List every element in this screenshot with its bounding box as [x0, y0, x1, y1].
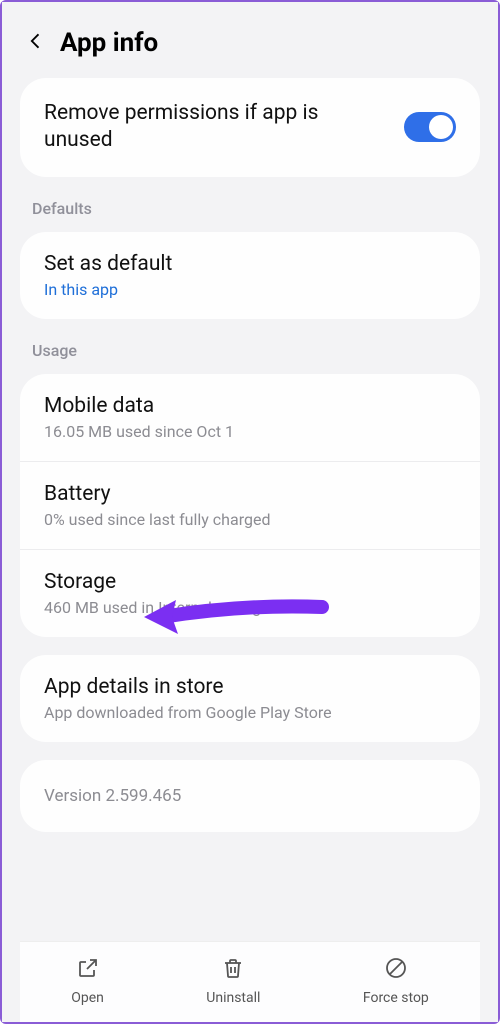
back-icon[interactable] — [26, 31, 46, 55]
open-label: Open — [71, 990, 104, 1006]
remove-permissions-row[interactable]: Remove permissions if app is unused — [20, 78, 480, 177]
trash-icon — [221, 956, 245, 984]
version-text: Version 2.599.465 — [44, 786, 456, 806]
app-details-title: App details in store — [44, 675, 456, 699]
uninstall-button[interactable]: Uninstall — [206, 956, 260, 1006]
storage-sub: 460 MB used in Internal storage — [44, 598, 456, 617]
permissions-card: Remove permissions if app is unused — [20, 78, 480, 177]
remove-permissions-label: Remove permissions if app is unused — [44, 100, 364, 155]
defaults-card: Set as default In this app — [20, 232, 480, 319]
set-as-default-row[interactable]: Set as default In this app — [20, 232, 480, 319]
set-as-default-title: Set as default — [44, 252, 456, 276]
defaults-section-label: Defaults — [20, 195, 480, 232]
toggle-knob — [429, 115, 453, 139]
force-stop-label: Force stop — [363, 990, 429, 1006]
remove-permissions-toggle[interactable] — [404, 112, 456, 142]
storage-row[interactable]: Storage 460 MB used in Internal storage — [20, 549, 480, 637]
set-as-default-sub: In this app — [44, 280, 456, 299]
mobile-data-row[interactable]: Mobile data 16.05 MB used since Oct 1 — [20, 374, 480, 461]
store-card: App details in store App downloaded from… — [20, 655, 480, 742]
usage-card: Mobile data 16.05 MB used since Oct 1 Ba… — [20, 374, 480, 637]
version-card: Version 2.599.465 — [20, 760, 480, 832]
force-stop-button[interactable]: Force stop — [363, 956, 429, 1006]
battery-sub: 0% used since last fully charged — [44, 510, 456, 529]
mobile-data-title: Mobile data — [44, 394, 456, 418]
external-link-icon — [76, 956, 100, 984]
battery-title: Battery — [44, 482, 456, 506]
battery-row[interactable]: Battery 0% used since last fully charged — [20, 461, 480, 549]
page-title: App info — [60, 28, 158, 58]
bottom-bar: Open Uninstall Force stop — [20, 941, 480, 1022]
stop-icon — [384, 956, 408, 984]
app-details-row[interactable]: App details in store App downloaded from… — [20, 655, 480, 742]
header: App info — [20, 20, 480, 78]
open-button[interactable]: Open — [71, 956, 104, 1006]
usage-section-label: Usage — [20, 337, 480, 374]
uninstall-label: Uninstall — [206, 990, 260, 1006]
mobile-data-sub: 16.05 MB used since Oct 1 — [44, 422, 456, 441]
app-details-sub: App downloaded from Google Play Store — [44, 703, 456, 722]
storage-title: Storage — [44, 570, 456, 594]
